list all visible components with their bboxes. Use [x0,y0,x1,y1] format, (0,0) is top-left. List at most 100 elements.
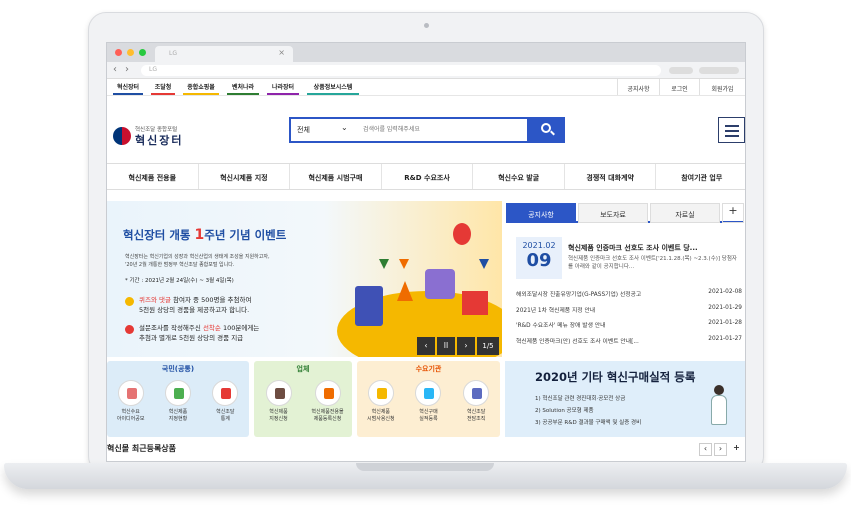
site-link-product-info[interactable]: 상품정보시스템 [307,82,359,95]
quick-link-label: 혁신제품전용몰 [311,409,344,415]
search-category-select[interactable]: 전체 [297,125,310,135]
quick-link-designation-status[interactable]: 혁신제품 지정현황 [156,380,200,422]
browser-tab[interactable]: LG × [155,46,293,62]
banner-event-1: 퀴즈와 댓글 참여자 중 500명을 추첨하여 5천원 상당의 경품을 제공하고… [139,295,339,315]
event-2-line2: 추첨과 별개로 5천원 상당의 경품 지급 [139,334,244,342]
lightbulb-icon [117,380,144,406]
notice-date: 2021-01-29 [708,304,742,311]
event-banner[interactable]: 혁신장터 개통 1주년 기념 이벤트 혁신장터는 혁신기업의 성장과 혁신산업의… [107,201,502,357]
notice-title[interactable]: 해외조달시장 진출유망기업(G-PASS기업) 선정공고 [516,289,680,305]
quick-link-idea-contest[interactable]: 혁신수요 아이디어공모 [109,380,153,422]
notice-list: 해외조달시장 진출유망기업(G-PASS기업) 선정공고 2021-02-08 2… [516,289,742,351]
banner-pause-button[interactable]: ll [437,337,455,355]
promo-title: 2020년 기타 혁신구매실적 등록 [535,370,696,384]
recent-products-title: 혁신몰 최근등록상품 [107,444,177,453]
tab-press[interactable]: 보도자료 [578,203,648,223]
notice-title[interactable]: 'R&D 수요조사' 메뉴 장애 발생 안내 [516,320,680,336]
forward-icon[interactable]: › [125,64,129,75]
nav-item-competitive-dialogue[interactable]: 경쟁적 대화계약 [565,164,657,189]
category-agency: 수요기관 혁신제품 시범사용신청 혁신구매 실적등록 혁신조달 전담조직 [357,361,500,437]
quick-link-purchase-record[interactable]: 혁신구매 실적등록 [406,380,450,422]
site-link-venture[interactable]: 벤처나라 [227,82,259,95]
notice-date: 2021-02-08 [708,289,742,295]
recent-prev-button[interactable]: ‹ [699,443,712,456]
featured-notice-title[interactable]: 혁신제품 인증마크 선호도 조사 이벤트 당... [568,243,740,253]
promo-line: 3) 공공부문 R&D 결과물 구매액 및 실증 경비 [535,420,642,426]
coin-icon [125,297,134,306]
promo-line: 2) Solution 공모형 제품 [535,408,594,414]
list-item[interactable]: 2021년 1차 혁신제품 지정 안내 2021-01-29 [516,305,742,321]
quick-link-pilot-use[interactable]: 혁신제품 시범사용신청 [359,380,403,422]
list-item[interactable]: 해외조달시장 진출유망기업(G-PASS기업) 선정공고 2021-02-08 [516,289,742,305]
trophy-icon [367,380,394,406]
webcam [424,23,429,28]
back-icon[interactable]: ‹ [113,64,117,75]
list-item[interactable]: 혁신제품 인증마크(안) 선호도 조사 이벤트 안내[... 2021-01-27 [516,336,742,352]
tab-close-icon[interactable]: × [278,48,285,57]
tab-notice[interactable]: 공지사항 [506,203,576,223]
nav-item-demand-discovery[interactable]: 혁신수요 발굴 [473,164,565,189]
tab-title: LG [169,50,177,57]
quick-link-label: 아이디어공모 [116,415,145,422]
search-input[interactable] [363,123,523,137]
featured-year-month: 2021.02 [522,241,556,250]
url-field[interactable]: LG [141,65,661,76]
quick-link-label: 시범사용신청 [367,415,395,422]
atom-icon [164,380,191,406]
quick-link-dedicated-org[interactable]: 혁신조달 전담조직 [454,380,498,422]
nav-item-prototype-designation[interactable]: 혁신시제품 지정 [199,164,291,189]
scientist-illustration [711,395,727,425]
banner-next-button[interactable]: › [457,337,475,355]
more-plus-icon[interactable]: + [722,203,744,223]
quick-link-statistics[interactable]: 혁신조달 통계 [203,380,247,422]
quick-link-label: 지정신청 [269,415,288,422]
nav-item-exclusive-mall[interactable]: 혁신제품 전용몰 [107,164,199,189]
banner-period: * 기간 : 2021년 2월 24일(수) ~ 3월 4일(목) [125,278,234,284]
purchase-record-promo[interactable]: 2020년 기타 혁신구매실적 등록 1) 혁신조달 관련 경진대회·공모전 상… [505,361,745,437]
close-window-dot[interactable] [115,49,122,56]
speaker-illustration [355,286,383,326]
tab-library[interactable]: 자료실 [650,203,720,223]
logo-title[interactable]: 혁신장터 [135,132,183,148]
list-item[interactable]: 'R&D 수요조사' 메뉴 장애 발생 안내 2021-01-28 [516,320,742,336]
document-edit-icon [314,380,341,406]
notice-title[interactable]: 혁신제품 인증마크(안) 선호도 조사 이벤트 안내[... [516,336,680,352]
site-link-innomarket[interactable]: 혁신장터 [113,82,143,95]
recent-more-plus-icon[interactable]: + [730,443,743,456]
site-link-pps[interactable]: 조달청 [151,82,175,95]
search-button[interactable] [529,117,565,143]
nav-item-rnd-survey[interactable]: R&D 수요조사 [382,164,474,189]
notice-title[interactable]: 2021년 1차 혁신제품 지정 안내 [516,305,680,321]
banner-title-a: 혁신장터 개통 [123,228,195,242]
hamburger-icon [725,130,739,132]
flag-illustration [379,259,389,269]
person-icon [463,380,490,406]
recent-next-button[interactable]: › [714,443,727,456]
maximize-window-dot[interactable] [139,49,146,56]
nav-item-pilot-purchase[interactable]: 혁신제품 시범구매 [290,164,382,189]
chevron-down-icon[interactable]: ⌄ [341,123,348,132]
featured-notice-desc[interactable]: 혁신제품 인증마크 선호도 조사 이벤트['21.1.28.(목) ~2.3.(… [568,255,740,271]
menu-button[interactable] [718,117,745,143]
minimize-window-dot[interactable] [127,49,134,56]
nav-item-agency-work[interactable]: 참여기관 업무 [656,164,745,189]
party-hat-illustration [397,281,413,301]
balloon-illustration [453,223,471,245]
flag-illustration [479,259,489,269]
notice-date: 2021-01-28 [708,320,742,326]
banner-prev-button[interactable]: ‹ [417,337,435,355]
util-notice-link[interactable]: 공지사항 [617,79,659,95]
login-link[interactable]: 로그인 [659,79,699,95]
quick-link-product-register[interactable]: 혁신제품전용몰 제품등록신청 [306,380,350,422]
banner-desc-line: 혁신장터는 혁신기업의 성장과 혁신산업의 생태계 조성을 지원하고자, [125,254,270,260]
toolbar-pill [669,67,693,74]
site-link-shopping-mall[interactable]: 종합쇼핑몰 [183,82,219,95]
site-link-koneps[interactable]: 나라장터 [267,82,299,95]
featured-date-badge: 2021.02 09 [516,237,562,279]
event-1-text: 참여자 중 500명을 추첨하여 [170,296,252,304]
government-logo-icon[interactable] [113,127,131,145]
category-citizen: 국민(공통) 혁신수요 아이디어공모 혁신제품 지정현황 혁신조달 통계 [107,361,249,437]
signup-link[interactable]: 회원가입 [699,79,745,95]
notice-panel: 공지사항 보도자료 자료실 + 2021.02 09 혁신제품 인증마크 선호도… [506,201,744,357]
quick-link-designation-apply[interactable]: 혁신제품 지정신청 [257,380,301,422]
